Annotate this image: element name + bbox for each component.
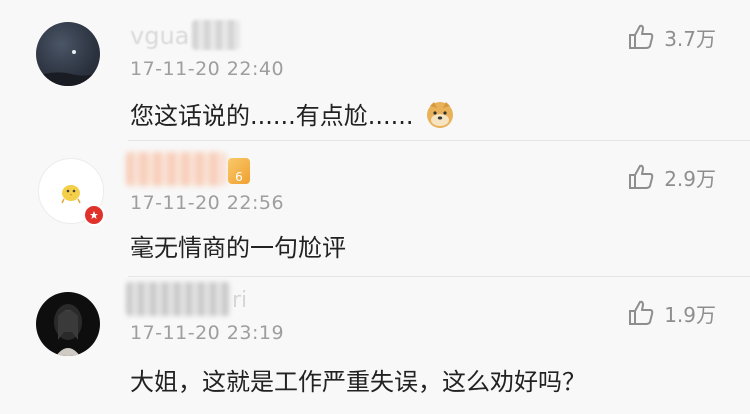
comment-text: 您这话说的......有点尬...... bbox=[130, 96, 455, 136]
username[interactable]: vgua bbox=[130, 20, 240, 54]
thumbs-up-icon bbox=[629, 24, 654, 49]
username-mosaic bbox=[126, 282, 230, 316]
username-partial: ri bbox=[232, 288, 248, 313]
comment-timestamp: 17-11-20 23:19 bbox=[130, 322, 285, 344]
thumbs-up-icon bbox=[629, 164, 654, 189]
comment-item-3: ri 17-11-20 23:19 大姐，这就是工作严重失误，这么劝好吗？ 1.… bbox=[0, 276, 750, 414]
doge-emoji-icon bbox=[425, 100, 455, 136]
like-button[interactable]: 2.9万 bbox=[626, 162, 716, 192]
girl-avatar-image bbox=[54, 304, 82, 356]
avatar[interactable] bbox=[36, 292, 100, 356]
comment-timestamp: 17-11-20 22:56 bbox=[130, 192, 285, 214]
comment-item-1: vgua 17-11-20 22:40 您这话说的......有点尬......… bbox=[0, 0, 750, 140]
comment-text: 大姐，这就是工作严重失误，这么劝好吗？ bbox=[130, 368, 586, 396]
like-count: 3.7万 bbox=[664, 26, 716, 51]
username[interactable]: ri bbox=[126, 278, 260, 322]
comment-timestamp: 17-11-20 22:40 bbox=[130, 58, 285, 80]
like-count: 2.9万 bbox=[664, 166, 716, 191]
like-button[interactable]: 3.7万 bbox=[626, 22, 716, 52]
verified-badge-icon bbox=[83, 204, 105, 226]
night-sky-avatar-image bbox=[36, 50, 100, 86]
avatar[interactable] bbox=[36, 22, 100, 86]
username-partial: vgua bbox=[130, 22, 190, 50]
comment-text-body: 您这话说的......有点尬...... bbox=[130, 102, 414, 130]
vip-level-number: 6 bbox=[235, 170, 243, 184]
username[interactable]: 6 bbox=[126, 148, 250, 194]
comment-text: 毫无情商的一句尬评 bbox=[130, 234, 346, 262]
thumbs-up-icon bbox=[629, 300, 654, 325]
like-count: 1.9万 bbox=[664, 302, 716, 327]
vip-level-badge-icon: 6 bbox=[228, 158, 250, 184]
comment-item-2: 6 17-11-20 22:56 毫无情商的一句尬评 2.9万 bbox=[0, 140, 750, 276]
username-mosaic bbox=[192, 20, 240, 50]
like-button[interactable]: 1.9万 bbox=[626, 298, 716, 328]
username-mosaic bbox=[126, 152, 226, 186]
